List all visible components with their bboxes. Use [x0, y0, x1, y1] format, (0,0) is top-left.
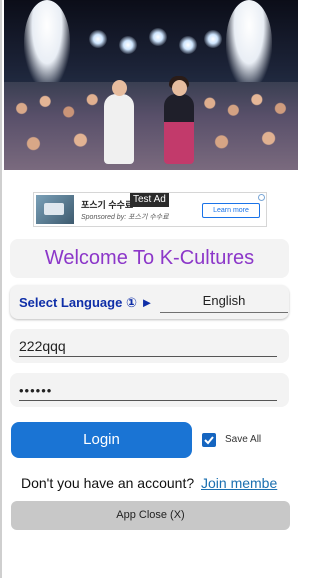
- username-input[interactable]: [19, 336, 277, 357]
- ad-sponsor: Sponsored by: 포스기 수수료: [81, 214, 169, 221]
- ad-title: 포스기 수수료: [81, 200, 134, 210]
- save-all-checkbox[interactable]: [202, 433, 216, 447]
- smoke-effect-right: [226, 0, 272, 85]
- window-edge: [0, 0, 2, 578]
- performer-left: [104, 80, 134, 164]
- signup-question: Don't you have an account?: [21, 475, 195, 491]
- language-dropdown[interactable]: English: [160, 290, 288, 313]
- password-card: [10, 373, 289, 407]
- language-selector[interactable]: Select Language ① ► English: [10, 285, 289, 319]
- test-ad-tag: Test Ad: [130, 193, 169, 207]
- page-title: Welcome To K-Cultures: [44, 247, 255, 269]
- stage-light: [119, 36, 137, 54]
- stage-light: [179, 36, 197, 54]
- stage-light: [149, 28, 167, 46]
- login-button[interactable]: Login: [11, 422, 192, 458]
- stage-light: [89, 30, 107, 48]
- performer-right: [164, 76, 194, 164]
- smoke-effect-left: [24, 0, 70, 85]
- stage-light: [204, 30, 222, 48]
- app-close-button[interactable]: App Close (X): [11, 501, 290, 530]
- join-membership-link[interactable]: Join membe: [201, 475, 281, 491]
- password-input[interactable]: [19, 380, 277, 401]
- ad-info-icon[interactable]: [258, 194, 265, 201]
- ad-thumbnail: [36, 195, 74, 224]
- language-label: Select Language ① ►: [19, 295, 154, 310]
- username-card: [10, 329, 289, 363]
- hero-concert-image: [4, 0, 298, 170]
- crowd: [4, 82, 298, 170]
- save-all-label: Save All: [225, 434, 262, 445]
- checkmark-icon: [204, 436, 214, 445]
- ad-learn-more-button[interactable]: Learn more: [202, 203, 260, 218]
- welcome-card: Welcome To K-Cultures: [10, 239, 289, 278]
